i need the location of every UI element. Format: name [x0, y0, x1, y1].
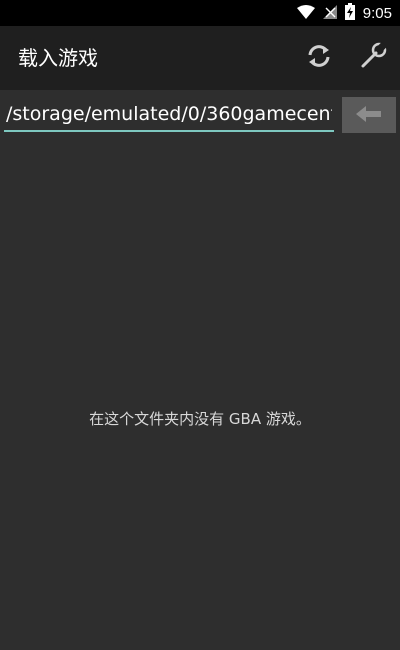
wifi-icon — [296, 4, 315, 23]
status-bar: 9:05 — [0, 0, 400, 26]
settings-button[interactable] — [353, 38, 393, 78]
page-title: 载入游戏 — [18, 46, 98, 70]
wrench-icon — [358, 41, 388, 75]
empty-state-message: 在这个文件夹内没有 GBA 游戏。 — [89, 410, 311, 428]
path-bar — [0, 90, 400, 142]
status-time: 9:05 — [362, 4, 392, 22]
path-input[interactable] — [4, 98, 334, 132]
refresh-button[interactable] — [299, 38, 339, 78]
refresh-icon — [305, 42, 333, 74]
back-button[interactable] — [342, 97, 396, 133]
status-icons: 9:05 — [296, 0, 392, 26]
arrow-left-icon — [354, 104, 384, 127]
app-bar: 载入游戏 — [0, 26, 400, 90]
signal-icon — [322, 4, 337, 23]
battery-charging-icon — [344, 2, 355, 24]
